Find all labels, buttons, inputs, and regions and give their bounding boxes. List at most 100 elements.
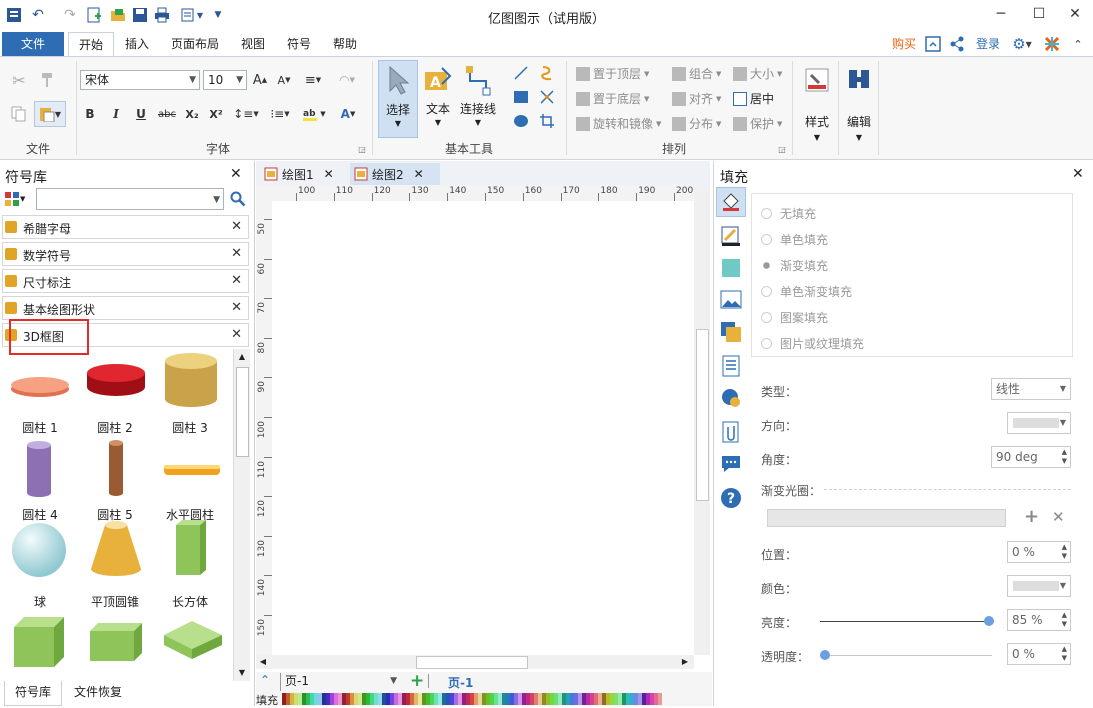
canvas-hscroll-thumb[interactable] — [416, 656, 528, 669]
search-icon[interactable] — [228, 188, 248, 210]
direction-select[interactable]: ▼ — [1007, 412, 1071, 434]
tab-symbol-library[interactable]: 符号库 — [4, 681, 62, 706]
font-color-icon[interactable]: A▼ — [334, 104, 362, 124]
spinner-icon[interactable]: ▲▼ — [1062, 448, 1067, 466]
library-scrollbar-thumb[interactable] — [236, 367, 249, 457]
underline-button[interactable]: U — [131, 104, 151, 124]
line-style-icon[interactable] — [720, 225, 742, 247]
flat-cone-shape[interactable] — [88, 519, 144, 579]
close-category-icon[interactable]: ✕ — [231, 273, 242, 288]
angle-input[interactable]: 90 deg▲▼ — [991, 446, 1071, 468]
close-tab-icon[interactable]: ✕ — [414, 167, 424, 181]
feedback-icon[interactable] — [924, 35, 942, 53]
horizontal-cylinder-shape[interactable] — [162, 463, 222, 477]
connector-tool-dropdown-icon[interactable]: ▼ — [456, 118, 500, 127]
cylinder-3-shape[interactable] — [160, 351, 222, 409]
edit-button[interactable]: 编辑 ▼ — [840, 61, 878, 151]
print-icon[interactable] — [152, 5, 172, 25]
hyperlink-icon[interactable] — [720, 387, 742, 409]
tab-view[interactable]: 视图 — [236, 32, 270, 56]
font-dialog-launcher-icon[interactable]: ◲ — [356, 143, 368, 155]
close-tab-icon[interactable]: ✕ — [324, 167, 334, 181]
style-dropdown-icon[interactable]: ▼ — [798, 133, 836, 142]
attachment-icon[interactable] — [720, 421, 742, 443]
box-shape[interactable] — [86, 617, 146, 667]
font-size-select[interactable]: 10▼ — [203, 70, 247, 90]
tab-help[interactable]: 帮助 — [328, 32, 362, 56]
drawing-page[interactable] — [272, 201, 694, 655]
subscript-button[interactable]: X₂ — [182, 104, 202, 124]
minimize-icon[interactable]: ─ — [984, 2, 1018, 26]
fill-option[interactable]: 单色填充 — [761, 230, 828, 248]
close-category-icon[interactable]: ✕ — [231, 219, 242, 234]
undo-icon[interactable]: ↶ — [28, 5, 48, 25]
cylinder-2-shape[interactable] — [84, 357, 148, 403]
rectangle-tool-icon[interactable] — [510, 87, 532, 107]
tab-home[interactable]: 开始 — [68, 32, 114, 56]
image-icon[interactable] — [720, 289, 742, 311]
increase-font-icon[interactable]: A▲ — [250, 70, 270, 90]
point-tool-icon[interactable] — [536, 87, 558, 107]
share-icon[interactable] — [948, 35, 966, 53]
tab-insert[interactable]: 插入 — [118, 32, 156, 56]
fill-tab-button[interactable] — [716, 187, 746, 217]
library-scrollbar[interactable]: ▲ ▼ — [233, 349, 250, 681]
format-painter-icon[interactable] — [36, 69, 58, 91]
page-tab[interactable]: 页-1 — [448, 674, 473, 691]
theme-icon[interactable] — [1042, 35, 1062, 53]
library-item[interactable]: 尺寸标注✕ — [2, 269, 249, 293]
doc-tab-2[interactable]: 绘图2 ✕ — [350, 163, 440, 185]
add-stop-icon[interactable]: + — [1024, 506, 1039, 527]
library-item[interactable]: 希腊字母✕ — [2, 215, 249, 239]
brightness-slider-thumb[interactable] — [984, 616, 994, 626]
tab-file[interactable]: 文件 — [2, 32, 64, 56]
spinner-icon[interactable]: ▲▼ — [1062, 543, 1067, 561]
protect-button[interactable]: 保护▼ — [733, 115, 782, 133]
canvas-vscroll-thumb[interactable] — [696, 329, 709, 501]
add-page-icon[interactable]: + — [410, 671, 424, 691]
text-align-icon[interactable]: ≡▼ — [300, 70, 326, 90]
brightness-input[interactable]: 85 %▲▼ — [1007, 609, 1071, 631]
font-family-select[interactable]: 宋体▼ — [80, 70, 200, 90]
italic-button[interactable]: I — [106, 104, 126, 124]
spinner-icon[interactable]: ▲▼ — [1062, 611, 1067, 629]
bring-to-front-button[interactable]: 置于顶层▼ — [576, 65, 649, 83]
transparency-slider-thumb[interactable] — [820, 650, 830, 660]
copy-icon[interactable] — [8, 103, 30, 125]
settings-gear-icon[interactable]: ⚙▼ — [1008, 35, 1036, 53]
edit-dropdown-icon[interactable]: ▼ — [840, 133, 878, 142]
arrange-dialog-launcher-icon[interactable]: ◲ — [776, 143, 788, 155]
scroll-down-icon[interactable]: ▼ — [234, 665, 250, 681]
superscript-button[interactable]: X² — [206, 104, 226, 124]
paste-button[interactable]: ▼ — [34, 101, 66, 127]
page-select[interactable]: 页-1▼ — [280, 673, 400, 691]
collapse-ribbon-icon[interactable]: ⌃ — [1068, 35, 1088, 53]
cylinder-1-shape[interactable] — [8, 365, 72, 401]
close-window-icon[interactable]: ✕ — [1058, 2, 1092, 26]
close-category-icon[interactable]: ✕ — [231, 300, 242, 315]
brightness-slider[interactable] — [820, 621, 992, 622]
cylinder-4-shape[interactable] — [24, 439, 54, 499]
gradient-stops-bar[interactable] — [767, 509, 1006, 527]
library-item[interactable]: 基本绘图形状✕ — [2, 296, 249, 320]
close-library-icon[interactable]: ✕ — [230, 166, 242, 182]
remove-stop-icon[interactable]: ✕ — [1052, 508, 1065, 526]
crop-tool-icon[interactable] — [536, 111, 558, 131]
slab-shape[interactable] — [162, 617, 224, 661]
distribute-button[interactable]: 分布▼ — [672, 115, 721, 133]
cuboid-shape[interactable] — [170, 517, 210, 579]
style-button[interactable]: 样式 ▼ — [798, 61, 836, 151]
spinner-icon[interactable]: ▲▼ — [1062, 645, 1067, 663]
highlight-color-icon[interactable]: ab▼ — [298, 104, 330, 124]
library-item[interactable]: 数学符号✕ — [2, 242, 249, 266]
fill-option[interactable]: 单色渐变填充 — [761, 282, 852, 300]
select-tool-button[interactable]: 选择 ▼ — [378, 60, 418, 138]
tab-page-layout[interactable]: 页面布局 — [166, 32, 224, 56]
tab-symbol[interactable]: 符号 — [282, 32, 316, 56]
transparency-slider[interactable] — [820, 655, 992, 656]
align-button[interactable]: 对齐▼ — [672, 90, 721, 108]
sphere-shape[interactable] — [10, 521, 68, 579]
cube-shape[interactable] — [10, 613, 68, 669]
connector-tool-button[interactable]: 连接线 ▼ — [456, 60, 500, 138]
redo-icon[interactable]: ↷ — [60, 5, 80, 25]
